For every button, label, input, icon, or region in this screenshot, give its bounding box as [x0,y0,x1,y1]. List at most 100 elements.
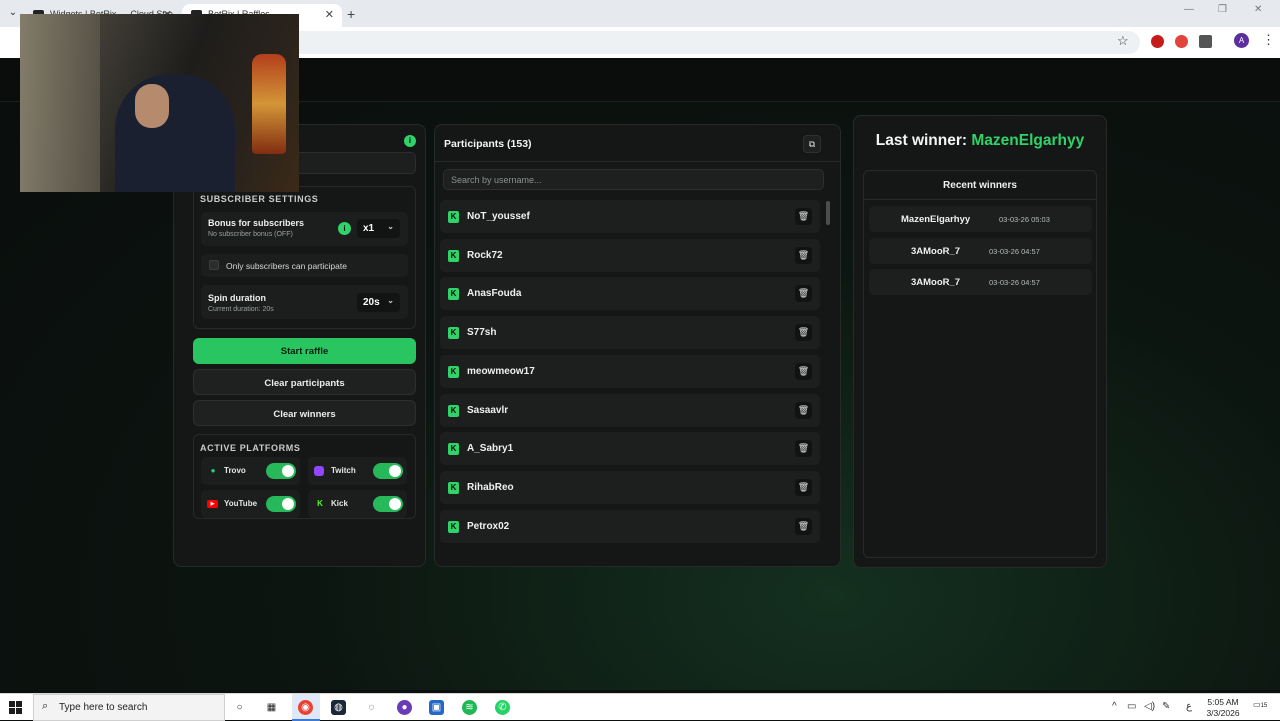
spin-duration-setting: Spin duration Current duration: 20s 20s … [201,285,408,319]
extensions-puzzle-icon[interactable] [1199,35,1212,48]
kick-toggle[interactable] [373,496,403,512]
participant-name: RihabReo [467,481,514,493]
delete-participant-icon[interactable]: 🗑 [795,246,812,264]
keyword-field[interactable] [280,152,416,174]
copy-icon[interactable]: ⧉ [803,135,821,153]
browser-menu-icon[interactable]: ⋮ [1262,32,1275,48]
notification-count: 15 [1260,703,1268,709]
steam-icon[interactable]: ◍ [331,700,346,715]
twitch-toggle[interactable] [373,463,403,479]
webcam-overlay [20,14,299,192]
youtube-toggle[interactable] [266,496,296,512]
bonus-setting: Bonus for subscribers No subscriber bonu… [201,212,408,246]
participant-row: K S77sh 🗑 [440,316,820,350]
recent-winner-row: 3AMooR_7 03-03-26 04:57 [869,269,1092,295]
spin-duration-select[interactable]: 20s ⌄ [357,293,400,312]
delete-participant-icon[interactable]: 🗑 [795,285,812,303]
participant-name: Petrox02 [467,520,510,532]
platform-youtube: ▶ YouTube [201,490,300,518]
close-window-icon[interactable]: ✕ [1254,4,1262,15]
chrome-icon[interactable]: ◉ [298,700,313,715]
twitch-icon [314,466,324,476]
kick-icon: K [448,481,459,494]
participant-search-input[interactable]: Search by username... [443,169,824,190]
taskbar-search-placeholder: Type here to search [59,702,148,713]
platform-name: Twitch [331,466,356,475]
kick-icon: K [448,327,459,340]
delete-participant-icon[interactable]: 🗑 [795,401,812,419]
bookmark-star-icon[interactable]: ☆ [1117,33,1129,49]
platform-name: Trovo [224,466,246,475]
participant-name: Rock72 [467,249,503,261]
only-subscribers-checkbox[interactable] [209,260,219,270]
kick-icon: K [448,443,459,456]
cam-lantern [252,54,286,154]
new-tab-button[interactable]: + [347,6,355,22]
tab-search-icon[interactable]: ⌄ [6,6,20,20]
participant-row: K RihabReo 🗑 [440,470,820,504]
language-indicator[interactable]: ع [1186,701,1192,712]
bonus-subtitle: No subscriber bonus (OFF) [208,231,293,238]
last-winner-heading: Last winner: MazenElgarhyy [853,132,1107,150]
delete-participant-icon[interactable]: 🗑 [795,208,812,225]
info-icon[interactable]: i [338,222,351,235]
info-icon[interactable]: i [404,135,416,147]
winner-name: 3AMooR_7 [911,277,961,288]
subscriber-settings-title: SUBSCRIBER SETTINGS [200,194,319,204]
delete-participant-icon[interactable]: 🗑 [795,517,812,535]
last-winner-name: MazenElgarhyy [971,132,1085,149]
whatsapp-icon[interactable]: ✆ [495,700,510,715]
only-subscribers-option[interactable]: Only subscribers can participate [201,254,408,277]
kick-icon: K [448,211,459,223]
recent-winner-row: MazenElgarhyy 03-03-26 05:03 [869,206,1092,232]
clock-time: 5:05 AM [1207,697,1239,707]
windows-start-icon[interactable] [9,701,22,714]
clear-winners-button[interactable]: Clear winners [193,400,416,426]
network-icon[interactable]: ▭ [1127,701,1136,712]
participant-row: K Petrox02 🗑 [440,509,820,543]
pen-icon[interactable]: ✎ [1162,701,1170,712]
chevron-down-icon: ⌄ [387,296,394,305]
participant-row: K AnasFouda 🗑 [440,277,820,311]
minimize-icon[interactable]: — [1184,4,1194,15]
delete-participant-icon[interactable]: 🗑 [795,440,812,458]
adblock-icon[interactable] [1175,35,1188,48]
participants-scrollbar[interactable] [826,201,830,225]
store-icon[interactable]: ▣ [429,700,444,715]
trovo-icon: ● [210,466,216,475]
obs-icon[interactable]: ● [397,700,412,715]
task-view-icon[interactable]: ▦ [264,700,279,715]
winner-time: 03-03-26 04:57 [989,278,1040,287]
bonus-title: Bonus for subscribers [208,218,305,228]
clear-participants-button[interactable]: Clear participants [193,369,416,395]
delete-participant-icon[interactable]: 🗑 [795,478,812,496]
spotify-icon[interactable]: ≋ [462,700,477,715]
notification-icon[interactable]: ▭15 [1253,700,1267,714]
start-raffle-button[interactable]: Start raffle [193,338,416,364]
cam-curtain [20,14,100,192]
participants-title: Participants (153) [444,138,532,150]
profile-avatar[interactable]: A [1234,33,1249,48]
cam-person [115,74,235,192]
taskbar-clock[interactable]: 5:05 AM 3/3/2026 [1200,697,1246,719]
restore-icon[interactable]: ❐ [1218,4,1227,15]
winner-time: 03-03-26 05:03 [999,215,1050,224]
close-tab-icon[interactable]: ✕ [325,8,334,21]
app-icon[interactable]: ◌ [364,700,379,715]
platform-name: Kick [331,499,348,508]
delete-participant-icon[interactable]: 🗑 [795,362,812,380]
participant-row: K A_Sabry1 🗑 [440,432,820,466]
bonus-multiplier-value: x1 [363,223,375,234]
divider [435,161,840,162]
kick-icon: K [448,404,459,417]
volume-icon[interactable]: ◁) [1144,701,1155,712]
participant-name: A_Sabry1 [467,443,514,455]
extension-icon[interactable] [1151,35,1164,48]
tray-chevron-icon[interactable]: ^ [1112,701,1117,712]
taskbar-search-input[interactable]: ⌕ Type here to search [33,694,225,721]
cortana-icon[interactable]: ○ [232,700,247,715]
trovo-toggle[interactable] [266,463,296,479]
delete-participant-icon[interactable]: 🗑 [795,324,812,342]
participant-row: K Rock72 🗑 [440,238,820,272]
bonus-multiplier-select[interactable]: x1 ⌄ [357,219,400,238]
